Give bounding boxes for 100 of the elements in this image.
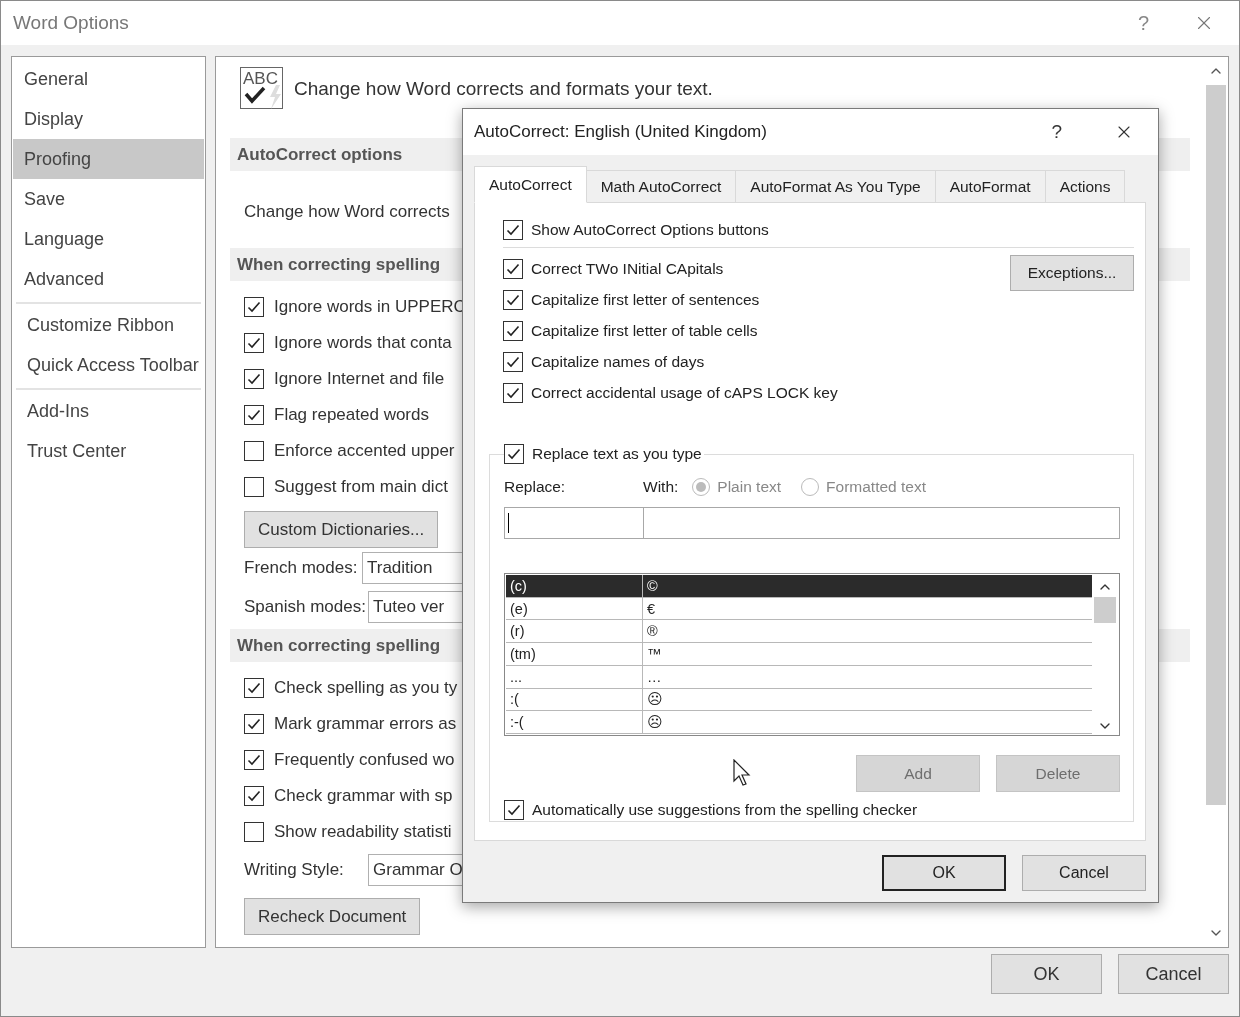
checkbox[interactable]	[244, 714, 264, 734]
checkbox-label: Correct accidental usage of cAPS LOCK key	[531, 383, 838, 402]
tab[interactable]: Actions	[1044, 170, 1126, 203]
checkbox-label: Replace text as you type	[532, 445, 702, 463]
dialog-button[interactable]: OK	[991, 954, 1102, 994]
checkbox-label: Enforce accented upper	[274, 441, 455, 461]
table-cell-text: ☹	[646, 690, 664, 710]
cursor-icon	[733, 759, 753, 787]
checkbox-label: Check grammar with sp	[274, 786, 453, 806]
list-row[interactable]: ... …	[506, 665, 1092, 689]
list-row[interactable]: (tm) ™	[506, 643, 1092, 666]
table-cell: :(	[506, 688, 643, 711]
checkbox-label: Automatically use suggestions from the spelling checker	[532, 801, 918, 819]
dialog-button[interactable]: OK	[882, 855, 1006, 891]
checkbox-label: Ignore words in UPPERC	[274, 297, 466, 317]
sidebar-item[interactable]: Save	[13, 179, 204, 219]
checkmark-icon	[246, 407, 262, 423]
sidebar-item[interactable]: Trust Center	[16, 431, 201, 471]
sidebar-item[interactable]: Customize Ribbon	[16, 305, 201, 345]
checkbox[interactable]	[503, 258, 523, 279]
field-label: Replace:	[504, 478, 567, 496]
table-cell-text: ©	[646, 576, 659, 596]
checkbox[interactable]	[244, 822, 264, 842]
checkbox[interactable]	[503, 351, 523, 372]
scroll-thumb[interactable]	[1206, 85, 1226, 805]
checkbox[interactable]	[244, 333, 264, 353]
list-row[interactable]: (e) €	[506, 597, 1092, 621]
window-title: Word Options	[13, 12, 130, 34]
sidebar-item[interactable]: Proofing	[13, 139, 204, 179]
checkmark-icon	[246, 371, 262, 387]
table-cell: ...	[506, 665, 643, 688]
scroll-thumb[interactable]	[1094, 597, 1116, 623]
table-cell-text: ™	[646, 645, 663, 664]
radio-button[interactable]	[801, 478, 820, 496]
checkbox-label: Capitalize first letter of table cells	[531, 321, 758, 340]
checkmark-icon	[246, 752, 262, 768]
sidebar-item[interactable]: Advanced	[13, 259, 204, 299]
field-label: With:	[643, 478, 679, 496]
list-row[interactable]: (r) ®	[506, 620, 1092, 644]
sidebar-item[interactable]: Add-Ins	[16, 391, 201, 431]
checkmark-icon	[246, 680, 262, 696]
checkbox[interactable]	[503, 320, 523, 341]
checkbox-label: Frequently confused wo	[274, 750, 455, 770]
checkmark-icon	[246, 716, 262, 732]
table-cell: (c)	[506, 575, 643, 597]
checkbox[interactable]	[244, 405, 264, 425]
table-cell: :-(	[506, 711, 643, 734]
input-field[interactable]	[643, 507, 1120, 539]
table-cell: (e)	[506, 597, 643, 620]
list-row[interactable]: (c) ©	[506, 575, 1092, 598]
abc-check-icon: ABC	[240, 67, 286, 111]
checkbox[interactable]	[244, 369, 264, 389]
checkbox[interactable]	[244, 678, 264, 698]
checkbox[interactable]	[244, 786, 264, 806]
radio-button[interactable]	[692, 478, 711, 496]
table-cell-text: ☹	[646, 713, 664, 733]
checkbox-label: Capitalize first letter of sentences	[531, 290, 760, 309]
checkbox-label: Correct TWo INitial CApitals	[531, 259, 724, 278]
checkbox-label: Check spelling as you ty	[274, 678, 458, 698]
checkbox-label: Show readability statisti	[274, 822, 452, 842]
checkmark-icon	[246, 335, 262, 351]
table-cell: (tm)	[506, 643, 643, 665]
checkmark-icon	[246, 788, 262, 804]
checkbox-label: Show AutoCorrect Options buttons	[531, 220, 769, 239]
checkmark-icon	[506, 802, 522, 818]
sidebar-item[interactable]: Quick Access Toolbar	[16, 345, 201, 385]
input-field[interactable]	[504, 507, 644, 539]
checkbox[interactable]	[504, 800, 524, 820]
description-text: Change how Word corrects	[244, 201, 451, 223]
dialog-button[interactable]: Cancel	[1118, 954, 1229, 994]
help-button[interactable]: ?	[1137, 11, 1149, 35]
checkbox[interactable]	[503, 219, 523, 240]
sidebar-item[interactable]: Language	[13, 219, 204, 259]
list-row[interactable]: :( ☹	[506, 688, 1092, 712]
checkbox-label: Mark grammar errors as	[274, 714, 457, 734]
list-row[interactable]: :-( ☹	[506, 711, 1092, 735]
field-label: French modes:	[244, 557, 359, 578]
checkbox[interactable]	[503, 289, 523, 310]
checkbox-label: Capitalize names of days	[531, 352, 705, 371]
exceptions-button[interactable]: Exceptions...	[1010, 255, 1134, 291]
dialog-button[interactable]: Cancel	[1022, 855, 1146, 891]
sidebar-item[interactable]: Display	[13, 99, 204, 139]
checkbox[interactable]	[244, 441, 264, 461]
field-label: Spanish modes:	[244, 596, 367, 617]
action-button[interactable]: Custom Dictionaries...	[244, 511, 439, 548]
action-button[interactable]: Recheck Document	[244, 898, 421, 935]
checkmark-icon	[246, 299, 262, 315]
checkbox-label: Suggest from main dict	[274, 477, 448, 497]
checkbox[interactable]	[244, 477, 264, 497]
page-heading: Change how Word corrects and formats your text.	[294, 78, 713, 100]
sidebar-item[interactable]: General	[13, 59, 204, 99]
checkbox[interactable]	[504, 444, 524, 464]
table-cell: (r)	[506, 620, 643, 643]
checkbox[interactable]	[244, 750, 264, 770]
radio-label: Formatted text	[826, 478, 926, 496]
tab[interactable]: AutoCorrect	[474, 166, 587, 203]
checkmark-icon	[506, 446, 522, 462]
checkbox[interactable]	[244, 297, 264, 317]
table-cell-text: …	[646, 667, 663, 687]
checkbox[interactable]	[503, 382, 523, 403]
